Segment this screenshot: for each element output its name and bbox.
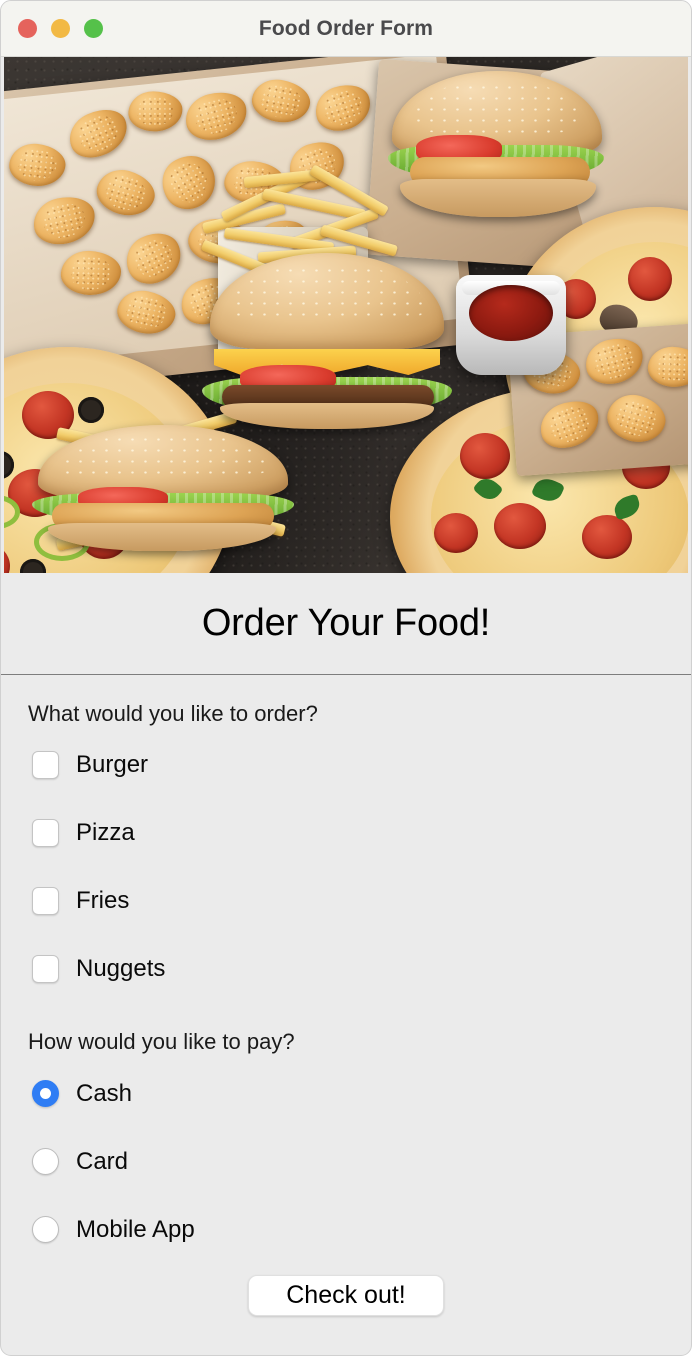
checkbox-fries[interactable] bbox=[32, 887, 59, 916]
payment-question-label: How would you like to pay? bbox=[28, 1029, 295, 1055]
checkbox-pizza[interactable] bbox=[32, 819, 59, 848]
checkbox-label-burger: Burger bbox=[76, 751, 149, 779]
zoom-button-icon[interactable] bbox=[84, 19, 103, 38]
checkbox-burger[interactable] bbox=[32, 751, 59, 780]
radio-card[interactable] bbox=[32, 1148, 59, 1176]
order-question-label: What would you like to order? bbox=[28, 701, 318, 726]
radio-label-card: Card bbox=[76, 1147, 129, 1175]
minimize-button-icon[interactable] bbox=[51, 19, 70, 38]
cheeseburger-icon bbox=[202, 253, 452, 429]
order-form: What would you like to order? Burger Piz… bbox=[1, 675, 691, 1316]
checkbox-row-fries[interactable]: Fries bbox=[1, 867, 691, 935]
checkbox-label-fries: Fries bbox=[76, 887, 130, 915]
window-controls bbox=[1, 19, 103, 38]
food-hero-canvas bbox=[4, 57, 688, 573]
checkbox-row-nuggets[interactable]: Nuggets bbox=[1, 935, 691, 1003]
title-bar: Food Order Form bbox=[1, 1, 691, 57]
checkout-area: Check out! bbox=[1, 1264, 691, 1316]
page-title: Order Your Food! bbox=[201, 602, 491, 644]
close-button-icon[interactable] bbox=[18, 19, 37, 38]
checkbox-label-pizza: Pizza bbox=[76, 819, 135, 847]
radio-row-cash[interactable]: Cash bbox=[1, 1060, 691, 1128]
checkbox-row-pizza[interactable]: Pizza bbox=[1, 799, 691, 867]
app-window: Food Order Form Order Your Food! What wo… bbox=[0, 0, 692, 1356]
checkbox-nuggets[interactable] bbox=[32, 955, 59, 984]
page-heading-area: Order Your Food! bbox=[1, 573, 691, 674]
chicken-sandwich-icon bbox=[32, 425, 294, 555]
ketchup-sauce bbox=[469, 285, 553, 341]
window-title: Food Order Form bbox=[258, 16, 434, 40]
checkout-button[interactable]: Check out! bbox=[248, 1274, 444, 1316]
radio-label-cash: Cash bbox=[76, 1079, 133, 1107]
radio-row-mobile-app[interactable]: Mobile App bbox=[1, 1196, 691, 1264]
checkbox-row-burger[interactable]: Burger bbox=[1, 731, 691, 799]
radio-label-mobile-app: Mobile App bbox=[76, 1215, 195, 1243]
chicken-burger-icon bbox=[388, 71, 604, 221]
radio-row-card[interactable]: Card bbox=[1, 1128, 691, 1196]
checkbox-label-nuggets: Nuggets bbox=[76, 955, 166, 983]
radio-mobile-app[interactable] bbox=[32, 1216, 59, 1244]
ketchup-ramekin-icon bbox=[456, 275, 566, 375]
radio-cash[interactable] bbox=[32, 1080, 59, 1108]
food-hero-image bbox=[4, 57, 688, 573]
